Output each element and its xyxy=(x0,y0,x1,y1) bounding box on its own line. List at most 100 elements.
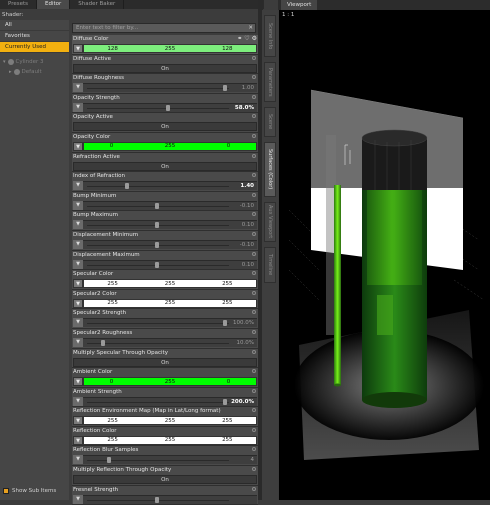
slider-field[interactable]: ▼ 58.0% xyxy=(73,102,257,112)
property-options-icon[interactable] xyxy=(252,388,256,393)
slider-value[interactable]: 1.00 xyxy=(242,85,254,91)
map-menu-icon[interactable]: ▼ xyxy=(73,220,83,230)
slider-field[interactable]: ▼ -0.10 xyxy=(73,200,257,210)
show-sub-items-option[interactable]: Show Sub Items xyxy=(3,488,56,494)
color-field[interactable]: ▼ 0 255 0 xyxy=(73,141,257,151)
slider-track[interactable]: 1.00 xyxy=(83,83,257,93)
map-menu-icon[interactable]: ▼ xyxy=(73,102,83,112)
map-menu-icon[interactable]: ▼ xyxy=(73,455,83,465)
map-menu-icon[interactable]: ▼ xyxy=(73,377,83,387)
category-currently-used[interactable]: Currently Used xyxy=(0,42,69,53)
slider-value[interactable]: 0.10 xyxy=(242,222,254,228)
property-row[interactable]: Opacity Active On xyxy=(72,113,258,133)
property-options-icon[interactable] xyxy=(252,55,256,60)
property-row[interactable]: Diffuse Color ⚭ ♡ ⚙ ▼ 128 255 128 xyxy=(72,35,258,55)
vertical-tab-scene-info[interactable]: Scene Info xyxy=(264,15,276,57)
map-menu-icon[interactable]: ▼ xyxy=(73,239,83,249)
color-swatch[interactable]: 0 255 0 xyxy=(83,141,257,151)
map-menu-icon[interactable]: ▼ xyxy=(73,279,83,289)
3d-viewport[interactable]: 1 : 1 xyxy=(279,10,490,500)
slider-track[interactable]: 1.40 xyxy=(83,181,257,191)
slider-knob[interactable] xyxy=(222,85,227,92)
slider-track[interactable]: 0.10 xyxy=(83,220,257,230)
map-menu-icon[interactable]: ▼ xyxy=(73,416,83,426)
property-options-icon[interactable] xyxy=(252,329,256,334)
color-field[interactable]: ▼ 255 255 255 xyxy=(73,416,257,426)
slider-knob[interactable] xyxy=(154,222,159,229)
map-menu-icon[interactable]: ▼ xyxy=(73,396,83,406)
map-menu-icon[interactable]: ▼ xyxy=(73,318,83,328)
slider-track[interactable]: 4 xyxy=(83,455,257,465)
slider-value[interactable]: 100.0% xyxy=(233,320,254,326)
tab-viewport[interactable]: Viewport xyxy=(281,0,318,10)
property-options-icon[interactable] xyxy=(252,447,256,452)
slider-track[interactable]: 58.0% xyxy=(83,102,257,112)
color-swatch[interactable]: 255 255 255 xyxy=(83,279,257,289)
slider-field[interactable]: ▼ 0.10 xyxy=(73,259,257,269)
property-row[interactable]: Opacity Strength ▼ 58.0% xyxy=(72,93,258,114)
link-icon[interactable]: ⚭ xyxy=(237,35,242,42)
tab-shader-baker[interactable]: Shader Baker xyxy=(70,0,125,9)
property-row[interactable]: Displacement Maximum ▼ 0.10 xyxy=(72,250,258,271)
category-favorites[interactable]: Favorites xyxy=(0,31,69,42)
slider-field[interactable]: ▼ 200.0% xyxy=(73,396,257,406)
toggle-button[interactable]: On xyxy=(73,122,257,132)
property-options-icon[interactable] xyxy=(252,94,256,99)
color-swatch[interactable]: 0 255 0 xyxy=(83,377,257,387)
property-options-icon[interactable] xyxy=(252,153,256,158)
color-field[interactable]: ▼ 255 255 255 xyxy=(73,298,257,308)
show-sub-items-checkbox[interactable] xyxy=(3,488,9,494)
toggle-button[interactable]: On xyxy=(73,475,257,485)
slider-value[interactable]: 4 xyxy=(251,457,255,463)
property-row[interactable]: Specular2 Strength ▼ 100.0% xyxy=(72,309,258,329)
property-row[interactable]: Displacement Minimum ▼ -0.10 xyxy=(72,230,258,251)
property-options-icon[interactable] xyxy=(252,114,256,119)
slider-value[interactable]: 200.0% xyxy=(231,399,254,405)
vertical-tab-aux-viewport[interactable]: Aux Viewport xyxy=(264,202,276,242)
clear-filter-icon[interactable]: ✕ xyxy=(248,24,253,32)
property-row[interactable]: Specular Color ▼ 255 255 255 xyxy=(72,270,258,290)
slider-knob[interactable] xyxy=(154,241,159,248)
tree-node[interactable]: ▸ Default xyxy=(3,67,69,77)
slider-field[interactable]: ▼ 10.0% xyxy=(73,337,257,347)
slider-field[interactable]: ▼ -0.10 xyxy=(73,239,257,249)
slider-knob[interactable] xyxy=(125,183,129,190)
map-menu-icon[interactable]: ▼ xyxy=(73,435,83,445)
property-row[interactable]: Opacity Color ▼ 0 255 0 xyxy=(72,132,258,153)
slider-track[interactable] xyxy=(83,494,257,504)
filter-search-input[interactable]: Enter text to filter by... ✕ xyxy=(72,23,256,33)
color-swatch[interactable]: 255 255 255 xyxy=(83,435,257,445)
slider-knob[interactable] xyxy=(154,202,159,209)
category-all[interactable]: All xyxy=(0,20,69,31)
vertical-tab-scene[interactable]: Scene xyxy=(264,107,276,137)
slider-value[interactable]: -0.10 xyxy=(240,203,254,209)
slider-knob[interactable] xyxy=(222,398,227,405)
property-options-icon[interactable] xyxy=(252,486,256,491)
property-options-icon[interactable] xyxy=(252,349,256,354)
tab-editor[interactable]: Editor xyxy=(37,0,71,9)
property-options-icon[interactable] xyxy=(252,75,256,80)
map-menu-icon[interactable]: ▼ xyxy=(73,298,83,308)
slider-value[interactable]: 58.0% xyxy=(235,105,254,111)
property-row[interactable]: Bump Minimum ▼ -0.10 xyxy=(72,191,258,212)
color-swatch[interactable]: 255 255 255 xyxy=(83,416,257,426)
toggle-button[interactable]: On xyxy=(73,357,257,367)
property-row[interactable]: Multiply Reflection Through Opacity On xyxy=(72,466,258,486)
color-field[interactable]: ▼ 255 255 255 xyxy=(73,435,257,445)
property-options-icon[interactable] xyxy=(252,231,256,236)
slider-track[interactable]: -0.10 xyxy=(83,239,257,249)
property-row[interactable]: Reflection Color ▼ 255 255 255 xyxy=(72,426,258,447)
property-row[interactable]: Bump Maximum ▼ 0.10 xyxy=(72,211,258,231)
property-options-icon[interactable] xyxy=(252,192,256,197)
vertical-tab-surfaces-color[interactable]: Surfaces (Color) xyxy=(264,142,276,197)
property-row[interactable]: Index of Refraction ▼ 1.40 xyxy=(72,172,258,192)
slider-field[interactable]: ▼ 0.10 xyxy=(73,220,257,230)
slider-value[interactable]: 1.40 xyxy=(240,183,254,189)
color-field[interactable]: ▼ 0 255 0 xyxy=(73,377,257,387)
property-row[interactable]: Diffuse Active On xyxy=(72,54,258,75)
property-options-icon[interactable] xyxy=(252,251,256,256)
property-options-icon[interactable] xyxy=(252,133,256,138)
property-options-icon[interactable] xyxy=(252,310,256,315)
slider-track[interactable]: 200.0% xyxy=(83,396,257,406)
property-row[interactable]: Diffuse Roughness ▼ 1.00 xyxy=(72,74,258,94)
